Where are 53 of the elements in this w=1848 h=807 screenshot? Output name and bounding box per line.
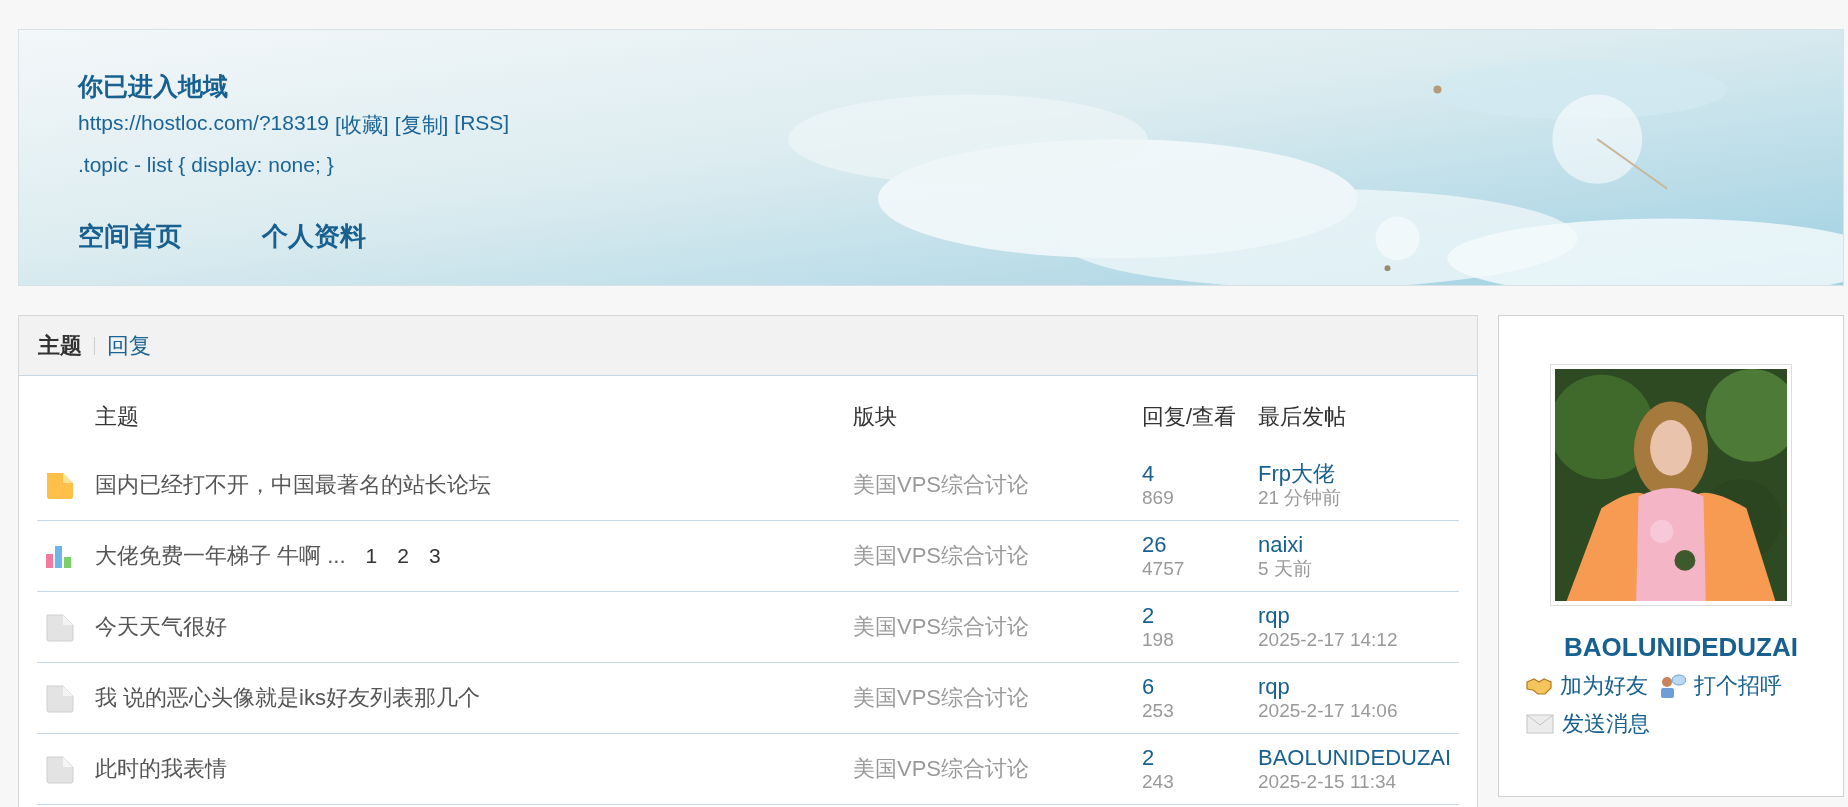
bar-chart-icon xyxy=(45,544,73,568)
profile-action-link[interactable]: 加为好友 xyxy=(1560,671,1648,701)
column-header: 最后发帖 xyxy=(1258,403,1347,431)
url-action-link[interactable]: [复制] xyxy=(394,111,449,139)
tab[interactable]: 回复 xyxy=(107,330,151,361)
topic-title[interactable]: 此时的我表情 xyxy=(95,754,227,784)
page-link[interactable]: 3 xyxy=(428,544,441,568)
last-poster[interactable]: rqp xyxy=(1258,674,1290,700)
nav-link[interactable]: 个人资料 xyxy=(262,219,366,254)
reply-count[interactable]: 2 xyxy=(1142,745,1155,771)
chat-person-icon xyxy=(1660,673,1686,699)
reply-count[interactable]: 6 xyxy=(1142,674,1155,700)
reply-count[interactable]: 26 xyxy=(1142,532,1167,558)
last-post-time: 5 天前 xyxy=(1258,557,1312,580)
nav-link[interactable]: 空间首页 xyxy=(78,219,182,254)
column-header: 主题 xyxy=(95,403,140,431)
topic-title[interactable]: 今天天气很好 xyxy=(95,612,227,642)
topic-title[interactable]: 国内已经打不开，中国最著名的站长论坛 xyxy=(95,470,491,500)
view-count: 243 xyxy=(1142,770,1174,793)
reply-count[interactable]: 2 xyxy=(1142,603,1155,629)
topic-title[interactable]: 大佬免费一年梯子 牛啊 ... xyxy=(95,541,346,571)
last-post-time: 2025-2-17 14:12 xyxy=(1258,628,1398,651)
space-title: 你已进入地域 xyxy=(78,71,229,102)
view-count: 253 xyxy=(1142,699,1174,722)
last-post-time: 21 分钟前 xyxy=(1258,486,1342,509)
last-post-time: 2025-2-17 14:06 xyxy=(1258,699,1398,722)
url-action-link[interactable]: [收藏] xyxy=(335,111,389,139)
profile-action-link[interactable]: 打个招呼 xyxy=(1694,671,1782,701)
topic-title[interactable]: 我 说的恶心头像就是iks好友列表那几个 xyxy=(95,683,480,713)
page-link[interactable]: 2 xyxy=(397,544,409,568)
last-post-time: 2025-2-15 11:34 xyxy=(1258,770,1397,793)
page-link[interactable]: 1 xyxy=(365,544,378,568)
last-poster[interactable]: BAOLUNIDEDUZAI xyxy=(1258,745,1452,771)
space-url[interactable]: https://hostloc.com/?18319 xyxy=(78,111,329,139)
folder-icon xyxy=(45,470,75,500)
envelope-icon xyxy=(1526,714,1554,734)
document-icon xyxy=(45,754,75,784)
profile-action-link[interactable]: 发送消息 xyxy=(1562,709,1650,739)
username[interactable]: BAOLUNIDEDUZAI xyxy=(1544,632,1798,663)
url-action-link[interactable]: [RSS] xyxy=(454,111,510,139)
space-motto: .topic - list { display: none; } xyxy=(78,153,335,177)
column-header: 版块 xyxy=(853,403,898,431)
document-icon xyxy=(45,612,75,642)
last-poster[interactable]: Frp大佬 xyxy=(1258,461,1335,487)
tab[interactable]: 主题 xyxy=(38,330,82,361)
reply-count[interactable]: 4 xyxy=(1142,461,1155,487)
last-poster[interactable]: naixi xyxy=(1258,532,1304,558)
column-header: 回复/查看 xyxy=(1142,403,1238,431)
view-count: 869 xyxy=(1142,486,1174,509)
document-icon xyxy=(45,683,75,713)
view-count: 198 xyxy=(1142,628,1174,651)
view-count: 4757 xyxy=(1142,557,1185,580)
last-poster[interactable]: rqp xyxy=(1258,603,1290,629)
